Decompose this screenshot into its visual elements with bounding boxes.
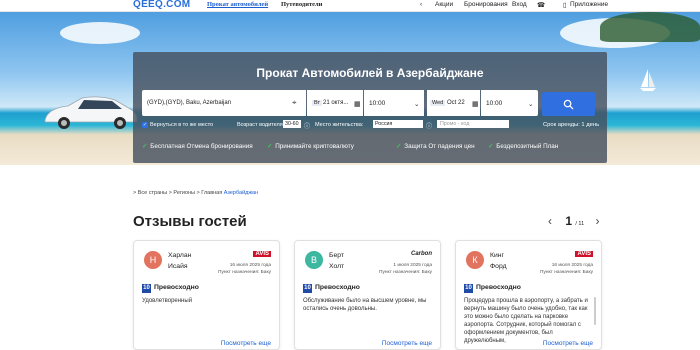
benefit-item: ✓ Защита От падения цен [396,143,475,150]
pickup-date: 21 октя... [323,100,349,106]
supplier-logo: AVIS [253,251,271,257]
search-icon [563,99,574,110]
age-label: Возраст водителя: [237,122,285,128]
sailboat-icon [640,69,656,91]
residence-label: Место жительства: [315,122,364,128]
score-label: Превосходно [315,284,360,291]
nav-guides[interactable]: Путеводители [281,1,322,8]
avatar: Н [144,251,162,269]
residence-select[interactable]: Россия [373,120,423,128]
chevron-down-icon: ⌄ [528,101,534,108]
nav-login[interactable]: Вход [512,1,527,8]
see-more-link[interactable]: Посмотреть еще [543,340,593,347]
breadcrumb-path[interactable]: > Все страны > Регионы > Главная [133,190,222,196]
reviewer-last-name: Исайя [168,263,188,270]
reviewer-last-name: Форд [490,263,507,270]
supplier-logo: Carbon [411,251,432,257]
site-logo[interactable]: QEEQ.COM [133,0,190,10]
calendar-icon: ▦ [354,101,361,108]
age-select[interactable]: 30-60 [283,120,301,128]
cloud-decoration [60,22,140,44]
return-time: 10:00 [486,100,503,107]
promo-code-input[interactable]: Промо - код [437,120,509,128]
current-page: 1 [565,214,573,228]
benefit-item: ✓ Принимайте криптовалюту [267,143,354,150]
review-text: Удовлетворенный [142,298,193,304]
car-image [44,96,138,129]
benefit-item: ✓ Бездепозитный План [488,143,559,150]
see-more-link[interactable]: Посмотреть еще [382,340,432,347]
review-destination: Пункт назначения: Баку [379,270,432,275]
nav-bookings[interactable]: Бронирования [464,1,508,8]
reviewer-first-name: Берт [329,252,344,259]
reviewer-first-name: Харлан [168,252,192,259]
pickup-day-badge: Вт [312,100,323,106]
scrollbar[interactable] [594,297,596,325]
return-same-checkbox[interactable]: ✓ [142,122,148,128]
info-icon[interactable]: ⓘ [304,121,310,130]
review-card: Н Харлан Исайя AVIS 16 июля 2025 года Пу… [133,240,280,350]
nav-actions[interactable]: Акции [435,1,453,8]
rental-term: Срок аренды: 1 день [543,122,600,128]
prev-chevron-icon[interactable]: ‹ [548,214,552,228]
search-panel: Прокат Автомобилей в Азербайджане (GYD),… [133,52,607,163]
search-button[interactable] [542,92,595,116]
review-text: Обслуживание было на высшем уровне, мы о… [303,298,427,312]
return-day-badge: Wed [430,100,446,106]
nav-car-rental[interactable]: Прокат автомобилей [207,1,268,8]
reviews-title: Отзывы гостей [133,213,247,230]
check-icon: ✓ [488,143,494,150]
review-date: 16 июля 2025 года [229,263,271,268]
check-icon: ✓ [396,143,402,150]
next-chevron-icon[interactable]: › [595,214,599,228]
score-badge: 10 [464,284,473,293]
search-title: Прокат Автомобилей в Азербайджане [256,66,484,80]
score-label: Превосходно [154,284,199,291]
reviewer-last-name: Холт [329,263,345,270]
supplier-logo: AVIS [575,251,593,257]
pickup-location-input[interactable]: (GYD),(GYD), Baku, Azerbaijan ⌖ [142,90,306,116]
info-icon[interactable]: ⓘ [426,121,432,130]
review-text: Процедура прошла в аэропорту, а забрать … [464,298,588,344]
pickup-time-select[interactable]: 10:00 ⌄ [364,90,424,116]
avatar: В [305,251,323,269]
return-date: Oct 22 [447,100,465,106]
review-card: К Кинг Форд AVIS 16 июля 2025 года Пункт… [455,240,602,350]
breadcrumb: > Все страны > Регионы > Главная Азербай… [133,190,258,196]
phone-icon[interactable]: ☎ [537,1,545,9]
review-destination: Пункт назначения: Баку [540,270,593,275]
reviewer-first-name: Кинг [490,252,504,259]
check-icon: ✓ [142,143,148,150]
mobile-icon: ▯ [563,2,567,9]
return-same-label: Вернуться в то же место [150,122,214,128]
calendar-icon: ▦ [472,101,479,108]
location-value: (GYD),(GYD), Baku, Azerbaijan [147,100,232,106]
breadcrumb-current: Азербайджан [223,190,259,196]
check-icon: ✓ [267,143,273,150]
score-badge: 10 [303,284,312,293]
score-label: Превосходно [476,284,521,291]
review-date: 1 июля 2025 года [393,263,432,268]
pickup-date-input[interactable]: Вт 21 октя... ▦ [307,90,363,116]
chevron-down-icon: ⌄ [414,101,420,108]
top-navbar: QEEQ.COM Прокат автомобилей Путеводители… [0,0,700,12]
review-destination: Пункт назначения: Баку [218,270,271,275]
benefit-item: ✓ Бесплатная Отмена бронирования [142,143,253,150]
review-card: В Берт Холт Carbon 1 июля 2025 года Пунк… [294,240,441,350]
return-date-input[interactable]: Wed Oct 22 ▦ [427,90,480,116]
total-pages: / 11 [575,221,585,227]
pickup-time: 10:00 [369,100,386,107]
location-target-icon[interactable]: ⌖ [292,98,297,108]
review-date: 16 июля 2025 года [551,263,593,268]
return-time-select[interactable]: 10:00 ⌄ [481,90,538,116]
hero-banner: Прокат Автомобилей в Азербайджане (GYD),… [0,12,700,165]
reviews-pager: ‹ 1 / 11 › [548,214,599,228]
back-chevron-icon[interactable]: ‹ [420,1,422,8]
score-badge: 10 [142,284,151,293]
avatar: К [466,251,484,269]
nav-app[interactable]: Приложение [570,1,608,8]
see-more-link[interactable]: Посмотреть еще [221,340,271,347]
palm-leaves-decoration [600,12,700,42]
